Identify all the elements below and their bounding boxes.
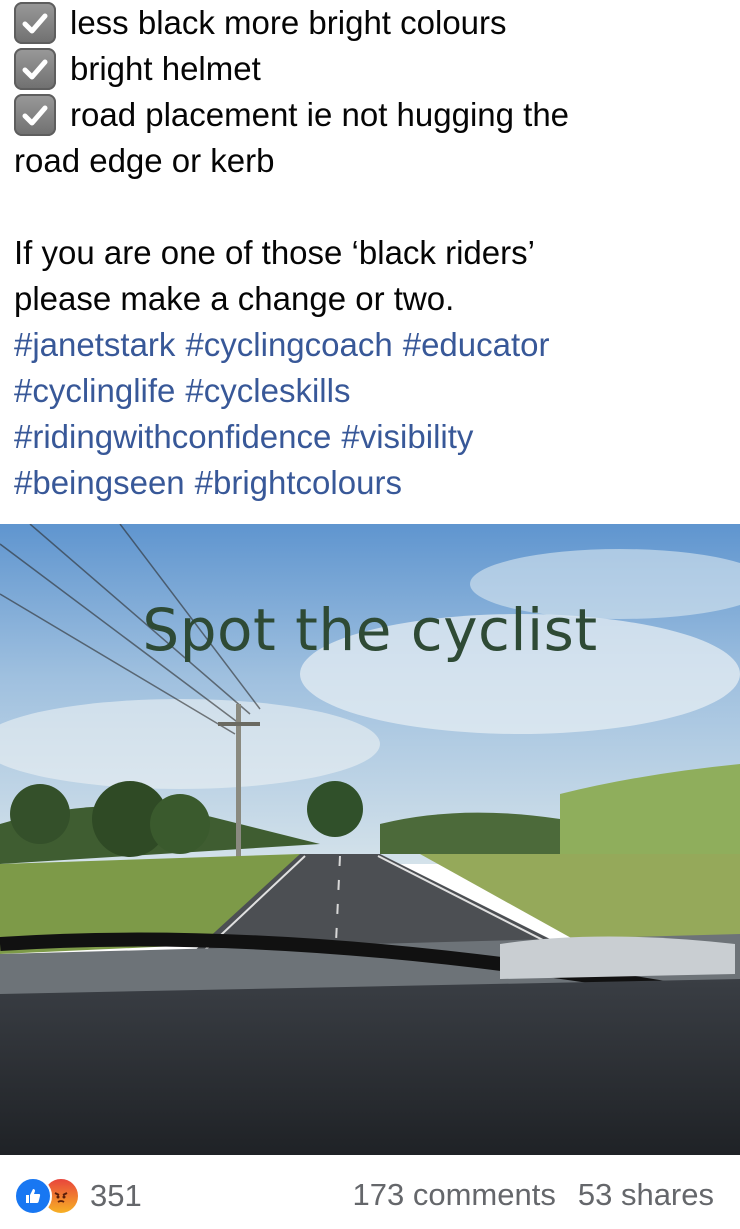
hashtag-line: #janetstark #cyclingcoach #educator (14, 322, 726, 368)
checkbox-checked-icon (14, 2, 56, 44)
paragraph-line: please make a change or two. (14, 280, 455, 317)
post-text: less black more bright colours bright he… (14, 0, 726, 506)
hashtag-link[interactable]: #brightcolours (195, 464, 402, 501)
post-photo[interactable]: Spot the cyclist (0, 524, 740, 1155)
checklist-item: road placement ie not hugging the (14, 92, 726, 138)
hashtag-link[interactable]: #beingseen (14, 464, 185, 501)
hashtag-link[interactable]: #cyclingcoach (185, 326, 392, 363)
reactions-summary[interactable]: 351 (14, 1177, 142, 1215)
hashtag-line: #cyclinglife #cycleskills (14, 368, 726, 414)
hashtag-link[interactable]: #visibility (341, 418, 473, 455)
hashtag-block: #janetstark #cyclingcoach #educator #cycli… (14, 322, 726, 506)
checkbox-checked-icon (14, 94, 56, 136)
shares-link[interactable]: 53 shares (578, 1177, 714, 1213)
post-footer: 351 173 comments 53 shares (0, 1155, 740, 1229)
hashtag-line: #beingseen #brightcolours (14, 460, 726, 506)
checklist-item: less black more bright colours (14, 0, 726, 46)
reaction-count: 351 (90, 1178, 142, 1213)
hashtag-line: #ridingwithconfidence #visibility (14, 414, 726, 460)
hashtag-link[interactable]: #cyclinglife (14, 372, 175, 409)
like-icon (14, 1177, 52, 1215)
engagement-counts: 173 comments 53 shares (353, 1177, 714, 1213)
paragraph-line: If you are one of those ‘black riders’ (14, 234, 535, 271)
comments-link[interactable]: 173 comments (353, 1177, 556, 1213)
hashtag-link[interactable]: #janetstark (14, 326, 175, 363)
image-caption: Spot the cyclist (142, 596, 598, 664)
checklist-text: less black more bright colours (70, 4, 507, 41)
hashtag-link[interactable]: #ridingwithconfidence (14, 418, 331, 455)
checklist-text-continuation: road edge or kerb (14, 142, 275, 179)
checklist-text: bright helmet (70, 50, 261, 87)
hashtag-link[interactable]: #educator (403, 326, 550, 363)
checklist-text: road placement ie not hugging the (70, 96, 570, 133)
checkbox-checked-icon (14, 48, 56, 90)
hashtag-link[interactable]: #cycleskills (185, 372, 350, 409)
checklist-item: bright helmet (14, 46, 726, 92)
